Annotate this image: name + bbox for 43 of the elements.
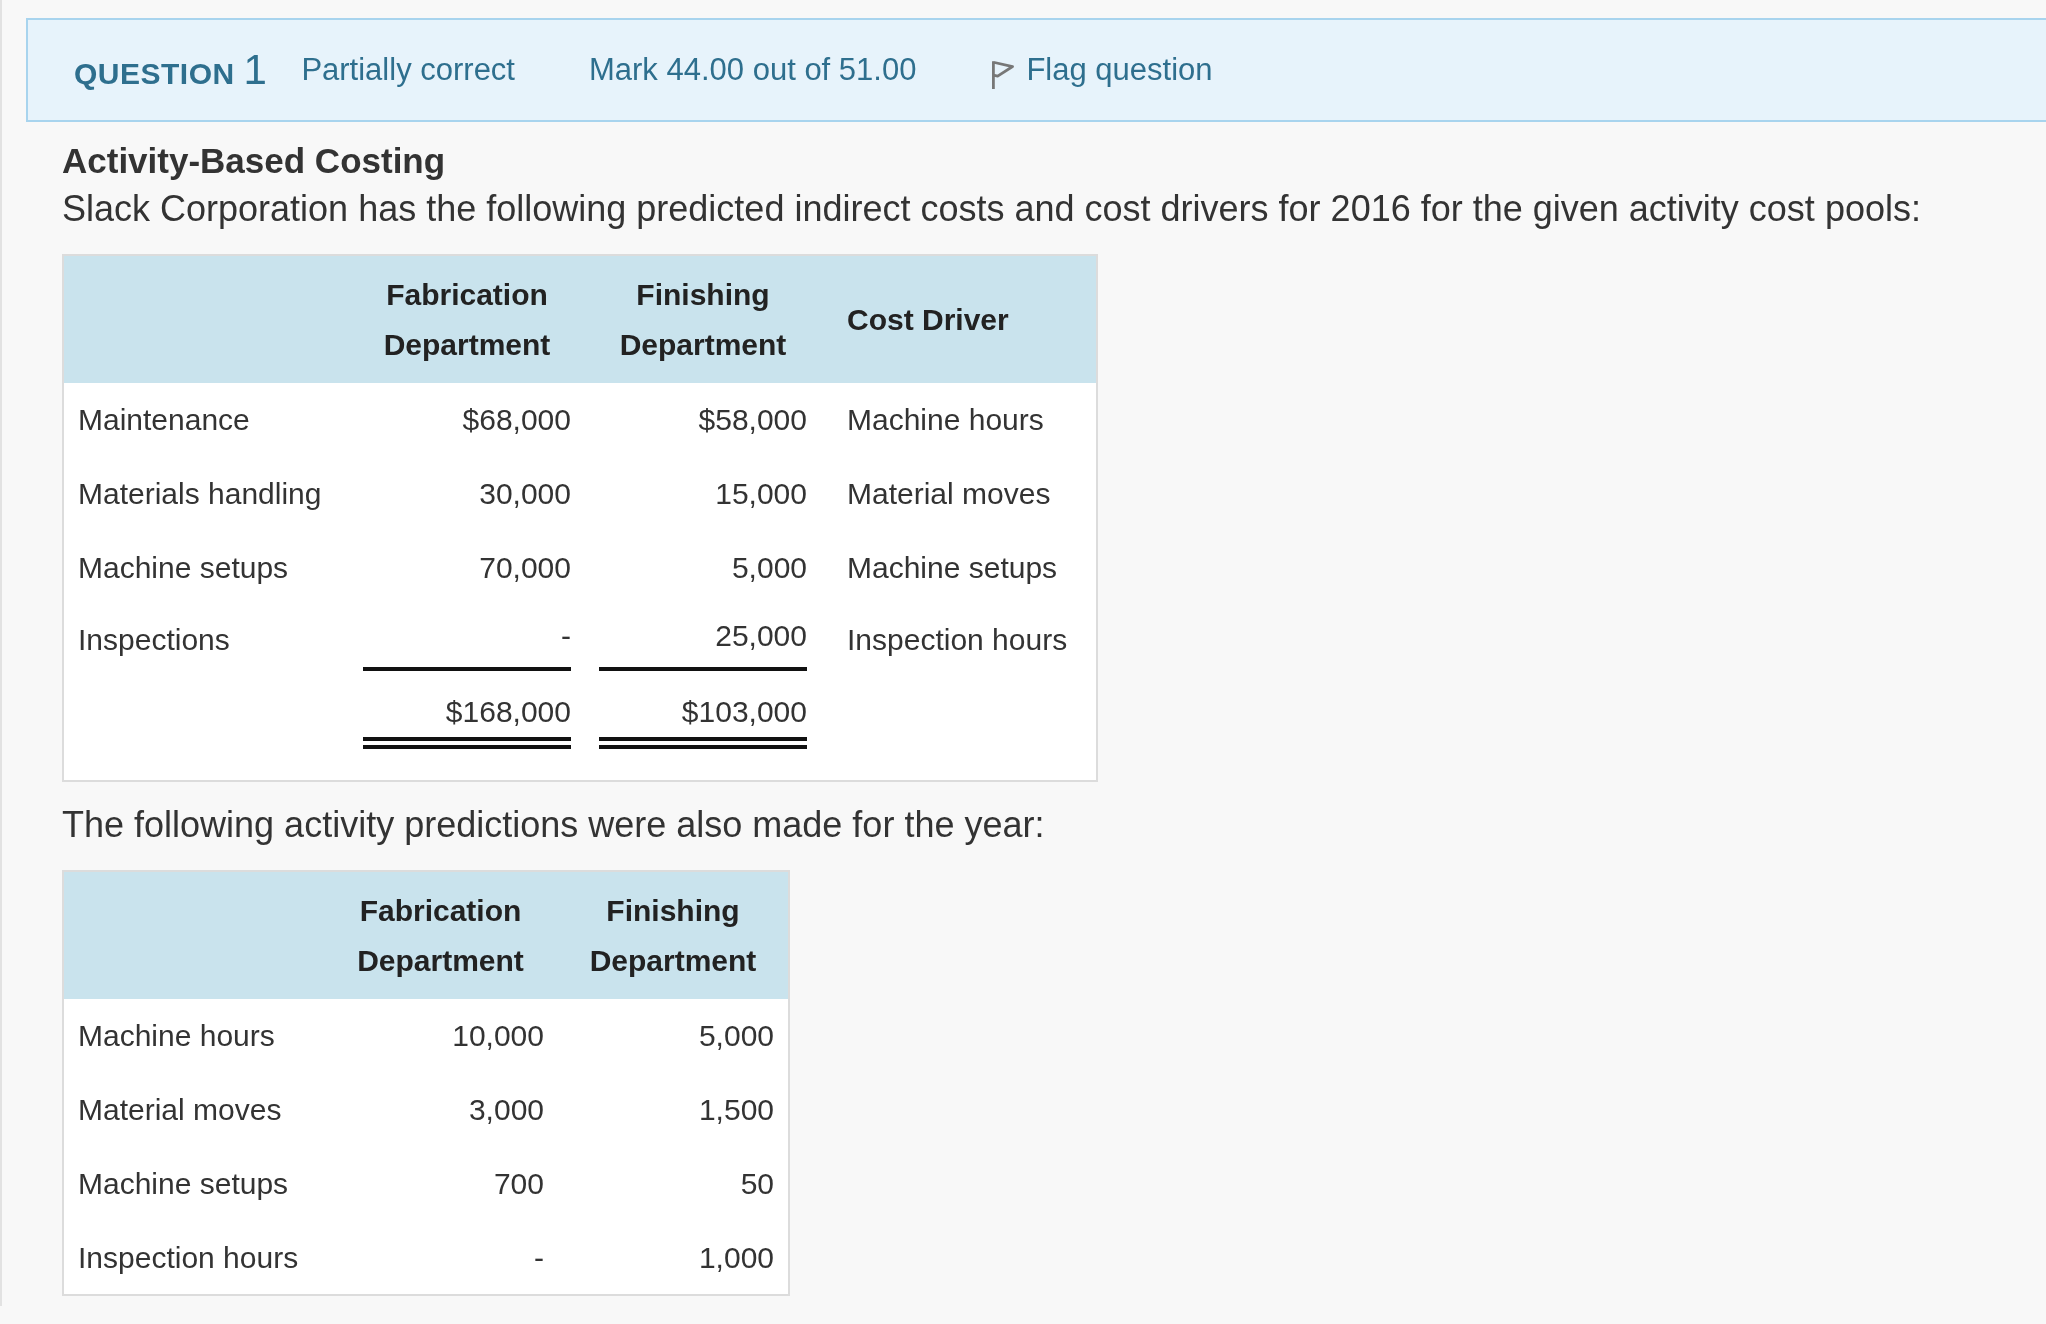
- table-cell: Machine setups: [63, 1147, 323, 1221]
- column-header: Finishing Department: [558, 871, 789, 999]
- table-cell: Inspection hours: [63, 1221, 323, 1295]
- table-cell: 10,000: [323, 999, 558, 1073]
- table-cell: Materials handling: [63, 457, 349, 531]
- table-cell: Maintenance: [63, 383, 349, 457]
- question-mark: Mark 44.00 out of 51.00: [589, 52, 917, 88]
- total-cell: $168,000: [363, 695, 571, 749]
- question-text: Slack Corporation has the following predicted indirect costs and cost drivers for 2016 for the given activity cost pools:: [62, 187, 1922, 231]
- table-cell: -: [323, 1221, 558, 1295]
- table-cell: Machine hours: [63, 999, 323, 1073]
- total-cell: $103,000: [599, 695, 807, 749]
- flag-icon: [990, 58, 1017, 90]
- table-cell: -: [363, 619, 571, 671]
- table-cell: 1,000: [558, 1221, 789, 1295]
- table-cell: $58,000: [698, 403, 807, 437]
- table-cell: 700: [323, 1147, 558, 1221]
- question-title: Activity-Based Costing: [62, 140, 447, 182]
- table-cell: 3,000: [323, 1073, 558, 1147]
- table-cell: Machine setups: [63, 531, 349, 605]
- table-cell: 5,000: [731, 551, 807, 585]
- table-cell: Inspection hours: [821, 605, 1097, 681]
- table-cell: $68,000: [462, 403, 571, 437]
- table-cell: Machine hours: [821, 383, 1097, 457]
- table-cell: 5,000: [558, 999, 789, 1073]
- table-cell: Material moves: [821, 457, 1097, 531]
- question-text: The following activity predictions were also made for the year:: [62, 803, 1046, 847]
- flag-question-link[interactable]: Flag question: [990, 50, 1213, 90]
- table-cell: Material moves: [63, 1073, 323, 1147]
- column-header: Finishing Department: [585, 255, 821, 383]
- table-cell: 15,000: [715, 477, 807, 511]
- table-cell: Inspections: [63, 605, 349, 681]
- column-header: Fabrication Department: [349, 255, 585, 383]
- column-header: Fabrication Department: [323, 871, 558, 999]
- question-state: Partially correct: [301, 52, 515, 88]
- table-cell: 30,000: [479, 477, 571, 511]
- table-cell: Machine setups: [821, 531, 1097, 605]
- table-cell: 1,500: [558, 1073, 789, 1147]
- table-cell: 25,000: [599, 619, 807, 671]
- question-number: QUESTION 1: [74, 46, 268, 94]
- table-cell: 50: [558, 1147, 789, 1221]
- table-cell: 70,000: [479, 551, 571, 585]
- column-header: Cost Driver: [821, 255, 1097, 383]
